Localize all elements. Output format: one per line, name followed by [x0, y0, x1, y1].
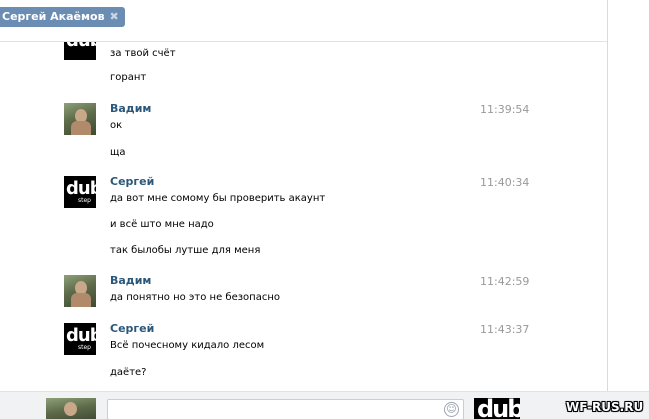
peer-avatar[interactable]: dub	[474, 398, 520, 419]
dub-logo-sub: step	[78, 344, 91, 351]
message-text: за твой счёт	[110, 48, 176, 59]
avatar[interactable]: dub step	[64, 323, 96, 355]
message-text: да вот мне сомому бы проверить акаунт	[110, 193, 326, 204]
message-author[interactable]: Вадим	[110, 274, 151, 287]
message-text: ок	[110, 120, 123, 131]
smiley-icon[interactable]: ☺	[444, 402, 459, 417]
message-text: даёте?	[110, 367, 147, 378]
message-time: 11:43:37	[480, 323, 530, 336]
my-avatar[interactable]	[46, 398, 96, 419]
message-text: так былобы лутше для меня	[110, 245, 261, 256]
avatar-face	[64, 402, 77, 416]
message-text: и всё што мне надо	[110, 219, 214, 230]
site-watermark: WF-RUS.RU	[566, 400, 644, 414]
chat-window: Сергей Акаёмов ✖ dub за твой счёт горант…	[0, 0, 649, 419]
avatar[interactable]	[64, 103, 96, 135]
dub-logo-sub: step	[78, 197, 91, 204]
chat-tab[interactable]: Сергей Акаёмов ✖	[0, 7, 125, 27]
message-time: 11:42:59	[480, 275, 530, 288]
avatar-body	[71, 121, 91, 135]
message-author[interactable]: Сергей	[110, 322, 154, 335]
message-time: 11:40:34	[480, 176, 530, 189]
message-text: горант	[110, 72, 147, 83]
message-list: dub за твой счёт горант Вадим 11:39:54 о…	[0, 42, 607, 392]
scrollbar-track[interactable]	[607, 0, 608, 392]
close-icon[interactable]: ✖	[110, 7, 119, 27]
chat-tabs-bar: Сергей Акаёмов ✖	[0, 0, 608, 42]
message-time: 11:39:54	[480, 103, 530, 116]
chat-tab-label: Сергей Акаёмов	[2, 10, 105, 23]
message-text: Всё почесному кидало лесом	[110, 340, 265, 351]
dub-logo: dub	[477, 398, 520, 419]
composer-bar: ☺ dub	[0, 391, 649, 419]
message-input[interactable]: ☺	[107, 399, 464, 419]
message-text: ща	[110, 147, 126, 158]
dub-logo: dub	[66, 178, 96, 199]
avatar[interactable]: dub	[64, 42, 96, 60]
avatar-body	[71, 293, 91, 307]
dub-logo: dub	[66, 325, 96, 346]
message-author[interactable]: Сергей	[110, 175, 154, 188]
message-text: да понятно но это не безопасно	[110, 292, 280, 303]
dub-logo: dub	[66, 42, 96, 51]
message-author[interactable]: Вадим	[110, 102, 151, 115]
avatar[interactable]	[64, 275, 96, 307]
avatar[interactable]: dub step	[64, 176, 96, 208]
